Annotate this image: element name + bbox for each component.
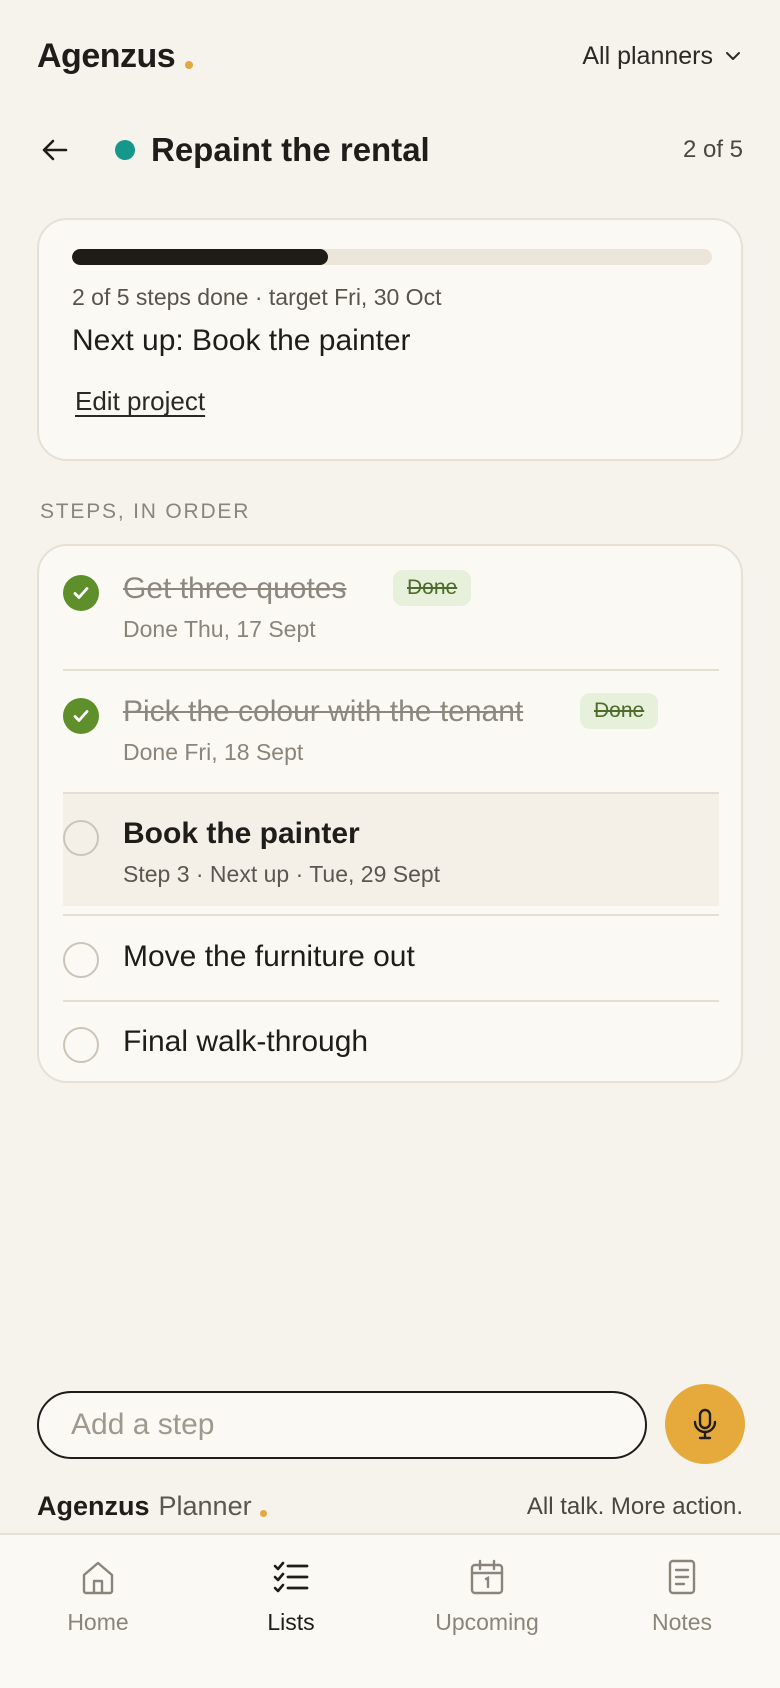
footer-product-name: Planner [158,1491,252,1521]
bottom-navigation: Home Lists Upcoming Notes [0,1533,780,1688]
project-title-group: Repaint the rental [115,131,430,169]
step-item[interactable]: Move the furniture out [63,940,719,980]
calendar-icon [470,1559,504,1595]
step-divider [63,792,719,794]
voice-input-button[interactable] [665,1384,745,1464]
nav-item-notes[interactable]: Notes [602,1557,762,1636]
checkmark-icon [73,710,89,722]
step-divider [63,669,719,671]
step-title: Pick the colour with the tenant [123,695,524,728]
edit-project-link[interactable]: Edit project [75,386,205,417]
project-screen: Agenzus All planners Repaint the rental … [0,0,780,1688]
nav-item-lists[interactable]: Lists [211,1557,371,1636]
planner-selector[interactable]: All planners [582,42,743,71]
brand-dot-icon [185,60,194,69]
nav-label: Notes [651,1609,713,1635]
project-status-dot-icon [115,140,135,160]
step-title: Move the furniture out [123,940,415,973]
steps-section-label: STEPS, IN ORDER [40,500,251,523]
nav-label: Lists [267,1609,315,1635]
step-item[interactable]: Get three quotes Done Done Thu, 17 Sept [63,570,719,662]
add-step-input[interactable] [37,1391,647,1459]
top-bar: Agenzus All planners [37,30,743,82]
done-badge: Done [393,570,472,606]
step-subtitle: Step 3 · Next up · Tue, 29 Sept [123,861,441,887]
step-title: Get three quotes [123,572,347,605]
step-checkbox[interactable] [63,575,99,611]
project-header: Repaint the rental 2 of 5 [37,122,743,178]
microphone-icon [693,1408,717,1440]
nav-item-upcoming[interactable]: Upcoming [407,1557,567,1636]
step-divider [63,1000,719,1002]
brand-logo: Agenzus [37,36,194,76]
footer-brand-dot-icon [259,1510,267,1517]
step-checkbox[interactable] [63,698,99,734]
step-divider [63,914,719,916]
step-item-next[interactable]: Book the painter Step 3 · Next up · Tue,… [63,817,719,907]
step-item[interactable]: Final walk-through [63,1025,719,1065]
step-checkbox[interactable] [63,820,99,856]
notes-icon [668,1559,696,1595]
chevron-down-icon [726,52,740,60]
progress-bar [72,249,712,265]
brand-name: Agenzus [37,36,176,75]
planner-selector-label: All planners [582,41,713,70]
step-subtitle: Done Fri, 18 Sept [123,739,304,765]
step-subtitle: Done Thu, 17 Sept [123,616,316,642]
step-title: Book the painter [123,817,360,850]
steps-list: Get three quotes Done Done Thu, 17 Sept … [37,544,743,1083]
step-checkbox[interactable] [63,1027,99,1063]
checklist-icon [273,1561,309,1593]
project-position: 2 of 5 [682,136,743,163]
home-icon [82,1561,114,1595]
arrow-left-icon [42,139,68,161]
nav-item-home[interactable]: Home [18,1557,178,1636]
next-up-text: Next up: Book the painter [72,324,411,357]
footer-brand-name: Agenzus [37,1491,150,1521]
back-button[interactable] [35,130,75,170]
project-title: Repaint the rental [151,131,430,168]
step-title: Final walk-through [123,1025,369,1058]
footer-brand: Agenzus Planner [37,1491,267,1522]
nav-label: Upcoming [435,1609,539,1635]
progress-summary: 2 of 5 steps done · target Fri, 30 Oct [72,284,442,310]
progress-bar-fill [72,249,328,265]
nav-label: Home [67,1609,129,1635]
step-checkbox[interactable] [63,942,99,978]
checkmark-icon [73,587,89,599]
project-summary-card: 2 of 5 steps done · target Fri, 30 Oct N… [37,218,743,461]
footer-tagline: All talk. More action. [526,1493,743,1520]
step-item[interactable]: Pick the colour with the tenant Done Don… [63,693,719,785]
done-badge: Done [580,693,659,729]
